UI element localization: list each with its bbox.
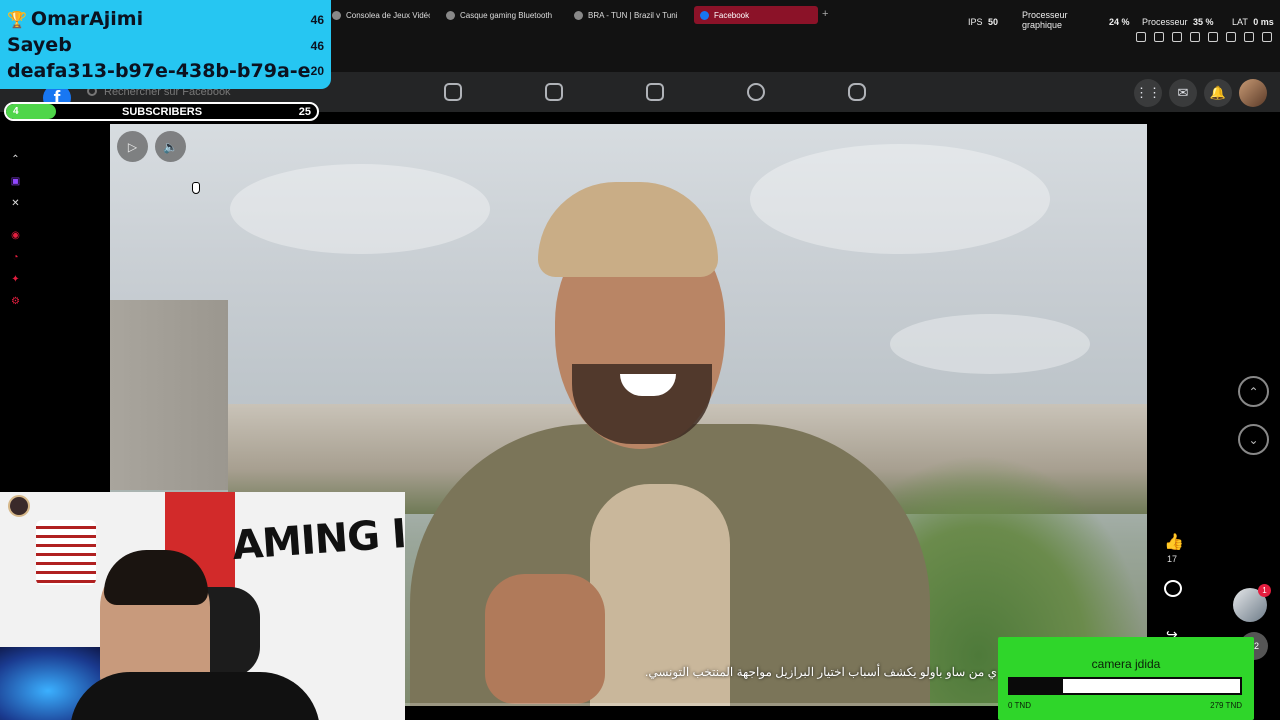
new-tab-button[interactable]: +	[822, 9, 828, 20]
tab-facebook[interactable]: Facebook	[694, 6, 818, 24]
cpu-stat: Processeur 35 %	[1142, 17, 1214, 27]
erase-icon[interactable]	[1208, 32, 1218, 42]
browser-tools	[1136, 32, 1272, 42]
leaderboard-row: deafa313-b97e-438b-b79a-e	[7, 60, 311, 82]
settings-icon[interactable]: ⚙	[10, 296, 21, 307]
wall-text-image: AMING IS IN	[230, 505, 405, 570]
bell-icon[interactable]: 🔔	[1204, 79, 1232, 107]
app-icon[interactable]: ⌃	[10, 154, 21, 165]
streamer-body	[70, 672, 320, 720]
heart-icon[interactable]	[1226, 32, 1236, 42]
video-icon[interactable]	[545, 83, 563, 101]
window-icon[interactable]	[1172, 32, 1182, 42]
mouse-cursor-icon	[192, 182, 200, 194]
like-icon[interactable]: 👍	[1164, 532, 1184, 552]
like-count: 17	[1167, 554, 1178, 564]
tab-favicon-icon	[332, 10, 341, 20]
record-icon[interactable]: ◉	[10, 230, 21, 241]
chevron-up-icon: ⌃	[1248, 384, 1259, 399]
leaderboard-count: 20	[310, 64, 324, 78]
donation-goal-title: camera jdida	[1091, 657, 1161, 671]
menu-grid-icon[interactable]: ⋮⋮	[1134, 79, 1162, 107]
donation-goal-widget: camera jdida 0 TND 279 TND	[998, 637, 1254, 720]
puzzle-icon[interactable]: ✦	[10, 274, 21, 285]
donation-max: 279 TND	[1210, 701, 1242, 710]
gaming-icon[interactable]	[848, 83, 866, 101]
comment-icon[interactable]	[1164, 580, 1182, 597]
profile-avatar[interactable]	[1239, 79, 1267, 107]
subscribers-goal-bar: 4 SUBSCRIBERS 25	[4, 102, 319, 121]
next-video-button[interactable]: ⌄	[1238, 424, 1269, 455]
clock-icon[interactable]: ◔	[10, 252, 21, 263]
fps-stat: IPS 50	[968, 17, 999, 27]
tab-casque[interactable]: Casque gaming Bluetooth	[440, 6, 554, 24]
tab-bra-tun[interactable]: BRA - TUN | Brazil v Tuni	[568, 6, 682, 24]
latency-stat: LAT 0 ms	[1232, 17, 1274, 27]
sky-cloud	[230, 164, 490, 254]
marketplace-icon[interactable]	[646, 83, 664, 101]
webcam-overlay: AMING IS IN	[0, 492, 405, 720]
bookmark-icon[interactable]	[1154, 32, 1164, 42]
leaderboard-count: 46	[310, 13, 324, 27]
sky-cloud	[890, 314, 1090, 374]
leaderboard-row: 🏆 OmarAjimi	[7, 8, 144, 30]
concrete-building	[110, 300, 228, 490]
presenter-hand	[485, 574, 605, 704]
play-icon[interactable]	[1190, 32, 1200, 42]
notification-badge: 1	[1258, 584, 1271, 597]
play-icon: ▷	[127, 139, 138, 154]
messenger-icon[interactable]: ✉	[1169, 79, 1197, 107]
previous-video-button[interactable]: ⌃	[1238, 376, 1269, 407]
facebook-favicon-icon	[700, 10, 709, 20]
zoom-icon[interactable]	[1136, 32, 1146, 42]
leaderboard-count: 46	[310, 39, 324, 53]
tab-consoles[interactable]: Consolea de Jeux Vidéo e	[326, 6, 430, 24]
presenter-cap	[538, 182, 718, 277]
hanging-jersey	[36, 520, 96, 585]
volume-button[interactable]: 🔈	[155, 131, 186, 162]
tab-favicon-icon	[574, 10, 583, 20]
gpu-value: 24 %	[1109, 17, 1130, 27]
home-icon[interactable]	[444, 83, 462, 101]
twitch-icon[interactable]: ▣	[10, 176, 21, 187]
chevron-down-icon: ⌄	[1248, 432, 1259, 447]
trophy-icon: 🏆	[7, 10, 27, 29]
subscribers-label: SUBSCRIBERS	[122, 106, 203, 118]
donation-progress-fill	[1010, 679, 1063, 693]
groups-icon[interactable]	[747, 83, 765, 101]
channel-logo-icon	[8, 495, 30, 517]
subscribers-goal: 25	[298, 106, 311, 118]
gpu-label: Processeur graphique	[1022, 10, 1068, 30]
download-icon[interactable]	[1244, 32, 1254, 42]
donation-progress-track	[1008, 677, 1242, 695]
subscribers-current: 4	[13, 106, 19, 117]
menu-icon[interactable]	[1262, 32, 1272, 42]
contact-count: 2	[1254, 641, 1260, 651]
donation-min: 0 TND	[1008, 701, 1031, 710]
left-sidebar: ⌃ ▣ ✕ ◉ ◔ ✦ ⚙	[0, 112, 32, 492]
video-caption: ي من ساو باولو يكشف أسباب اختيار البرازي…	[645, 665, 997, 679]
sky-cloud	[750, 144, 1050, 254]
tab-favicon-icon	[446, 10, 455, 20]
volume-icon: 🔈	[163, 139, 178, 154]
leaderboard-row: Sayeb	[7, 34, 72, 56]
x-icon[interactable]: ✕	[10, 198, 21, 209]
play-button[interactable]: ▷	[117, 131, 148, 162]
leaderboard-overlay: 🏆 OmarAjimi 46 Sayeb 46 deafa313-b97e-438…	[0, 0, 331, 89]
